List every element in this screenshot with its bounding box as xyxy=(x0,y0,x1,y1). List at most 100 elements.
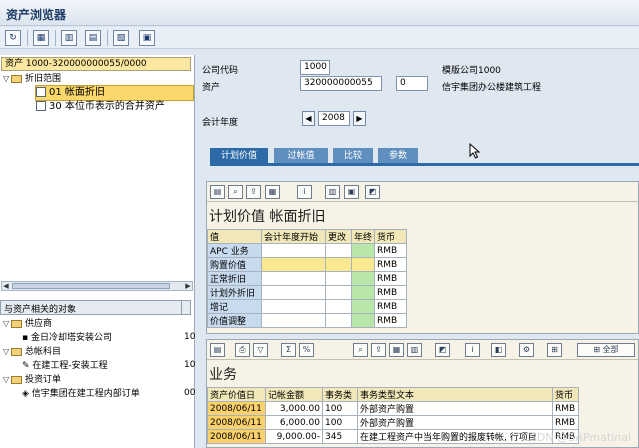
view-icon[interactable]: ▥ xyxy=(407,343,422,357)
row-label: 购置价值 xyxy=(207,257,262,272)
tree-item-depreciation-area-01[interactable]: 01 帐面折旧 xyxy=(35,85,194,101)
tree-item-internal-order[interactable]: ◈ 信宇集团在建工程内部订单 xyxy=(22,387,182,401)
find-icon[interactable]: ⌕ xyxy=(228,185,243,199)
info-icon[interactable]: i xyxy=(465,343,480,357)
settings-icon[interactable]: ⚙ xyxy=(519,343,534,357)
document-icon[interactable]: ◧ xyxy=(491,343,506,357)
expand-icon[interactable]: ▽ xyxy=(3,317,11,331)
table-row[interactable]: 2008/06/11 6,000.00 100 外部资产购置 RMB xyxy=(207,415,579,430)
next-year-button[interactable]: ▶ xyxy=(353,111,366,126)
tree-item-label: 在建工程-安装工程 xyxy=(32,361,108,371)
scroll-left-icon[interactable]: ◀ xyxy=(2,282,10,290)
planned-values-table: 值 会计年度开始 更改 年终 货币 APC 业务 RMB 购置价值 RMB 正常… xyxy=(207,229,408,328)
fiscal-year-field[interactable]: 2008 xyxy=(318,111,350,126)
expand-icon[interactable]: ⊞ xyxy=(547,343,562,357)
value-cell xyxy=(325,257,352,272)
value-cell xyxy=(325,299,352,314)
currency-cell: RMB xyxy=(374,313,408,328)
tree-root[interactable]: ▽ 折旧范围 xyxy=(3,72,191,86)
table-icon[interactable]: ▣ xyxy=(139,30,155,46)
graphic-icon[interactable]: ◩ xyxy=(435,343,450,357)
print-icon[interactable]: ▤ xyxy=(210,185,225,199)
export-icon[interactable]: ⇪ xyxy=(246,185,261,199)
previous-year-button[interactable]: ◀ xyxy=(302,111,315,126)
expand-icon[interactable]: ▽ xyxy=(3,345,11,359)
date-cell: 2008/06/11 xyxy=(207,429,266,444)
value-cell xyxy=(325,285,352,300)
tab-comparison[interactable]: 比较 xyxy=(333,148,373,164)
table-row[interactable]: 价值调整 RMB xyxy=(207,313,408,328)
show-all-button[interactable]: ⊞ 全部 xyxy=(577,343,635,357)
graphic-icon[interactable]: ◩ xyxy=(365,185,380,199)
table-row[interactable]: 增记 RMB xyxy=(207,299,408,314)
column-header: 年终 xyxy=(350,229,376,244)
type-text-cell: 外部资产购置 xyxy=(357,415,553,430)
expand-icon[interactable]: ▽ xyxy=(3,373,11,387)
column-header: 资产价值日 xyxy=(207,387,266,402)
title-bar: 资产浏览器 xyxy=(0,0,639,26)
calc-icon[interactable]: ▥ xyxy=(325,185,340,199)
folder-icon xyxy=(11,74,22,83)
table-row[interactable]: 正常折旧 RMB xyxy=(207,271,408,286)
currency-cell: RMB xyxy=(374,257,408,272)
row-label: 正常折旧 xyxy=(207,271,262,286)
table-row[interactable]: 2008/06/11 3,000.00 100 外部资产购置 RMB xyxy=(207,401,579,416)
tree-item-label: 帐面折旧 xyxy=(64,87,105,98)
grid-icon[interactable]: ▦ xyxy=(33,30,49,46)
tab-posted-values[interactable]: 过帐值 xyxy=(274,148,328,164)
layout-icon[interactable]: ▤ xyxy=(85,30,101,46)
column-header: 会计年度开始 xyxy=(261,229,326,244)
document-icon xyxy=(36,87,46,97)
table-row[interactable]: 购置价值 RMB xyxy=(207,257,408,272)
expand-icon[interactable]: ▽ xyxy=(3,72,11,86)
sub-number-field[interactable]: 0 xyxy=(396,76,428,91)
tree-item-vendor[interactable]: ▪ 金日冷却塔安装公司 xyxy=(22,331,182,345)
asset-number-field[interactable]: 320000000055 xyxy=(300,76,382,91)
value-cell xyxy=(350,285,376,300)
related-value: 00 xyxy=(184,388,196,398)
table-row[interactable]: 计划外折旧 RMB xyxy=(207,285,408,300)
horizontal-scrollbar[interactable]: ◀ ▶ xyxy=(1,281,193,291)
planned-values-title: 计划价值 帐面折旧 xyxy=(209,209,326,225)
tree-item-depreciation-area-30[interactable]: 30 本位币表示的合并资产 xyxy=(36,100,193,114)
tree-item-label: 金日冷却塔安装公司 xyxy=(30,333,112,343)
folder-icon xyxy=(11,347,22,356)
sum-icon[interactable]: Σ xyxy=(281,343,296,357)
company-name: 模版公司1000 xyxy=(442,66,501,76)
scroll-right-icon[interactable]: ▶ xyxy=(184,282,192,290)
table-row[interactable]: APC 业务 RMB xyxy=(207,243,408,258)
tree-group-vendor[interactable]: ▽ 供应商 xyxy=(3,317,183,331)
tree-item-label: 信宇集团在建工程内部订单 xyxy=(31,389,140,399)
print-icon[interactable]: ⎙ xyxy=(235,343,250,357)
panel-toolbar: ▤ ⎙ ▽ Σ % ⌕ ⇪ ▦ ▥ ◩ i ◧ ⚙ ⊞ ⊞ 全部 xyxy=(207,340,638,360)
details-icon[interactable]: ▤ xyxy=(210,343,225,357)
multi-icon[interactable]: ▧ xyxy=(113,30,129,46)
refresh-icon[interactable]: ↻ xyxy=(5,30,21,46)
layout-icon[interactable]: ▦ xyxy=(265,185,280,199)
tree-item-code: 01 xyxy=(49,87,62,98)
tree-group-investment-order[interactable]: ▽ 投资订单 xyxy=(3,373,183,387)
company-code-field[interactable]: 1000 xyxy=(300,60,330,75)
tab-parameters[interactable]: 参数 xyxy=(378,148,418,164)
layout-icon[interactable]: ▦ xyxy=(389,343,404,357)
tree-group-gl-account[interactable]: ▽ 总帐科目 xyxy=(3,345,183,359)
scrollbar-thumb[interactable] xyxy=(12,283,170,289)
print-preview-icon[interactable]: ▣ xyxy=(344,185,359,199)
related-value: 10 xyxy=(184,332,196,342)
tree-item-gl-account[interactable]: ✎ 在建工程-安装工程 xyxy=(22,359,182,373)
toolbar-separator xyxy=(27,30,28,46)
info-icon[interactable]: i xyxy=(297,185,312,199)
column-header: 更改 xyxy=(325,229,352,244)
chart-icon[interactable]: ▥ xyxy=(61,30,77,46)
column-header: 事务类 xyxy=(322,387,358,402)
filter-icon[interactable]: ▽ xyxy=(253,343,268,357)
find-icon[interactable]: ⌕ xyxy=(353,343,368,357)
currency-cell: RMB xyxy=(374,285,408,300)
value-cell xyxy=(325,243,352,258)
row-label: APC 业务 xyxy=(207,243,262,258)
tab-planned-values[interactable]: 计划价值 xyxy=(210,148,268,164)
value-cell xyxy=(325,271,352,286)
type-cell: 345 xyxy=(322,429,358,444)
subtotal-icon[interactable]: % xyxy=(299,343,314,357)
export-icon[interactable]: ⇪ xyxy=(371,343,386,357)
